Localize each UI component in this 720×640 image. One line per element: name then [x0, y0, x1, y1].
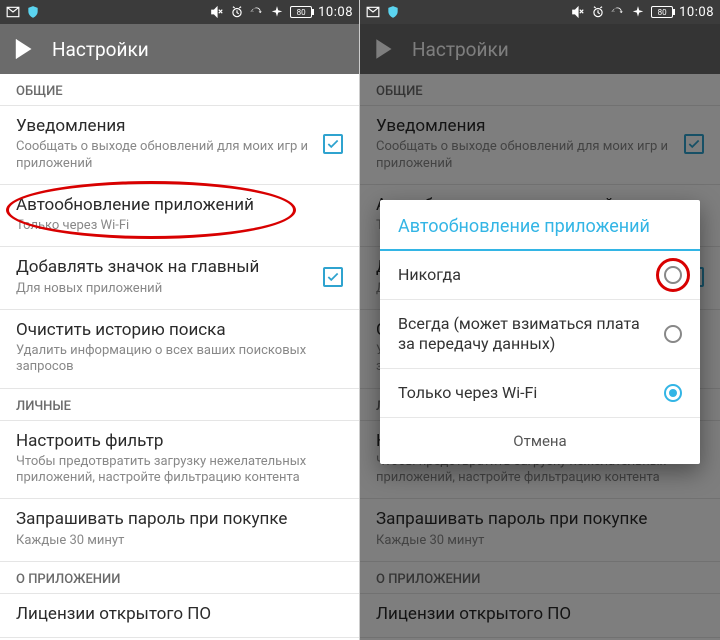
email-icon [366, 5, 380, 19]
dialog-option-wifi[interactable]: Только через Wi-Fi [380, 369, 700, 418]
volume-mute-icon [571, 5, 585, 19]
row-password[interactable]: Запрашивать пароль при покупке Каждые 30… [0, 499, 359, 562]
autoupdate-dialog: Автообновление приложений Никогда Всегда… [380, 200, 700, 464]
dialog-option-always[interactable]: Всегда (может взиматься плата за передач… [380, 300, 700, 369]
row-clearsearch[interactable]: Очистить историю поиска Удалить информац… [0, 310, 359, 389]
checkbox-addicon[interactable] [323, 267, 343, 287]
row-subtitle: Сообщать о выходе обновлений для моих иг… [16, 139, 311, 172]
row-title: Уведомления [16, 116, 311, 137]
section-about: О ПРИЛОЖЕНИИ [0, 562, 359, 594]
email-icon [6, 5, 20, 19]
alarm-icon [591, 5, 605, 19]
dialog-cancel-button[interactable]: Отмена [380, 418, 700, 464]
row-addicon[interactable]: Добавлять значок на главный Для новых пр… [0, 247, 359, 310]
airplane-icon [631, 5, 645, 19]
battery-icon: 80 [651, 6, 673, 18]
section-personal: ЛИЧНЫЕ [0, 389, 359, 421]
radio-wifi[interactable] [664, 384, 682, 402]
volume-mute-icon [210, 5, 224, 19]
battery-icon: 80 [290, 6, 312, 18]
settings-list: ОБЩИЕ Уведомления Сообщать о выходе обно… [0, 74, 359, 640]
airplane-icon [270, 5, 284, 19]
status-bar: 80 10:08 [360, 0, 720, 24]
row-subtitle: Чтобы предотвратить загрузку нежелательн… [16, 454, 343, 487]
row-license[interactable]: Лицензии открытого ПО [0, 594, 359, 638]
radio-always[interactable] [664, 325, 682, 343]
radio-never[interactable] [664, 266, 682, 284]
dialog-overlay[interactable]: Автообновление приложений Никогда Всегда… [360, 24, 720, 640]
row-title: Настроить фильтр [16, 431, 343, 452]
row-filter[interactable]: Настроить фильтр Чтобы предотвратить заг… [0, 421, 359, 500]
status-time: 10:08 [318, 5, 353, 20]
row-subtitle: Только через Wi-Fi [16, 218, 343, 234]
row-title: Лицензии открытого ПО [16, 604, 343, 625]
sync-icon [250, 5, 264, 19]
dialog-title: Автообновление приложений [380, 200, 700, 251]
dialog-option-never[interactable]: Никогда [380, 251, 700, 300]
action-bar: Настройки [0, 24, 359, 74]
status-bar: 80 10:08 [0, 0, 359, 24]
row-notifications[interactable]: Уведомления Сообщать о выходе обновлений… [0, 106, 359, 185]
row-subtitle: Для новых приложений [16, 281, 311, 297]
row-title: Очистить историю поиска [16, 320, 343, 341]
row-title: Добавлять значок на главный [16, 257, 311, 278]
row-title: Запрашивать пароль при покупке [16, 509, 343, 530]
alarm-icon [230, 5, 244, 19]
checkbox-notifications[interactable] [323, 134, 343, 154]
row-subtitle: Удалить информацию о всех ваших поисковы… [16, 343, 343, 376]
play-store-icon[interactable] [12, 36, 38, 62]
row-subtitle: Каждые 30 минут [16, 533, 343, 549]
sync-icon [611, 5, 625, 19]
shield-icon [386, 5, 400, 19]
section-general: ОБЩИЕ [0, 74, 359, 106]
row-title: Автообновление приложений [16, 195, 343, 216]
screen-left: 80 10:08 Настройки ОБЩИЕ Уведомления Соо… [0, 0, 360, 640]
row-autoupdate[interactable]: Автообновление приложений Только через W… [0, 185, 359, 248]
page-title: Настройки [52, 38, 149, 61]
shield-icon [26, 5, 40, 19]
screen-right: 80 10:08 Настройки ОБЩИЕ Уведомления Соо… [360, 0, 720, 640]
status-time: 10:08 [679, 5, 714, 20]
